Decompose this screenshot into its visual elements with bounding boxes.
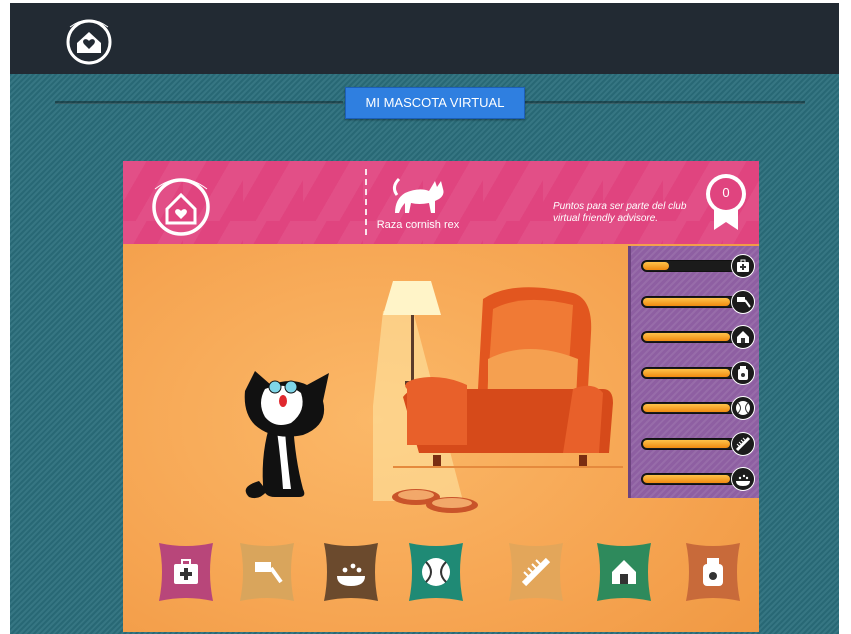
stat-bar-fill	[643, 333, 730, 341]
ball-action-button[interactable]	[403, 539, 469, 605]
stat-bar-fill	[643, 475, 730, 483]
food-action-button[interactable]	[318, 539, 384, 605]
medicine-action-button[interactable]	[680, 539, 746, 605]
stats-panel	[628, 246, 759, 498]
points-text-line-2: virtual friendly advisore.	[553, 213, 659, 224]
stat-bar-fill	[643, 297, 730, 306]
stat-bar-track	[641, 402, 737, 414]
virtual-cat[interactable]	[225, 361, 335, 501]
title-divider-right	[525, 101, 805, 104]
stat-medicine	[641, 360, 757, 385]
armchair	[393, 287, 623, 468]
stat-bar-track	[641, 260, 737, 272]
title-divider-left	[55, 101, 343, 104]
food-bowl-icon	[731, 467, 755, 491]
stat-bar-track	[641, 366, 737, 379]
stat-home	[641, 325, 757, 349]
brush-icon	[731, 289, 755, 314]
slippers	[392, 489, 478, 513]
stat-bar-track	[641, 295, 737, 308]
first-aid-icon	[731, 254, 755, 278]
points-text-line-1: Puntos para ser parte del club	[553, 201, 687, 212]
stat-bar-track	[641, 331, 737, 343]
page-title-button[interactable]: MI MASCOTA VIRTUAL	[345, 87, 525, 119]
first-aid-action-button[interactable]	[153, 539, 219, 605]
brush-action-button[interactable]	[234, 539, 300, 605]
stat-bar-track	[641, 437, 737, 450]
app-frame: MI MASCOTA VIRTUAL Raza cornish rex Punt…	[10, 3, 839, 634]
stat-bar-fill	[643, 404, 730, 412]
comb-icon	[731, 431, 755, 456]
stat-bar-track	[641, 473, 737, 485]
stat-bar-fill	[643, 439, 730, 448]
stat-bar-fill	[643, 368, 730, 377]
points-value: 0	[722, 185, 730, 200]
stat-play	[641, 396, 757, 420]
animal-cares-logo	[152, 178, 210, 236]
ball-icon	[731, 396, 755, 420]
points-description: Puntos para ser parte del club virtual f…	[553, 201, 703, 225]
stat-feeding	[641, 467, 757, 491]
points-badge-icon	[706, 174, 746, 230]
house-icon	[731, 325, 755, 349]
animal-cares-logo[interactable]	[58, 13, 120, 67]
top-navbar	[10, 3, 839, 74]
game-header: Raza cornish rex Puntos para ser parte d…	[123, 161, 759, 244]
ball-icon	[422, 558, 450, 586]
cat-silhouette-icon	[392, 177, 444, 213]
house-action-button[interactable]	[591, 539, 657, 605]
stat-comb	[641, 431, 757, 456]
stat-grooming	[641, 289, 757, 314]
comb-action-button[interactable]	[503, 539, 569, 605]
pet-game: Raza cornish rex Puntos para ser parte d…	[123, 161, 759, 632]
stat-health	[641, 254, 757, 278]
stat-bar-fill	[643, 262, 669, 270]
breed-label: Raza cornish rex	[376, 219, 460, 231]
bottle-icon	[731, 360, 755, 385]
action-bar	[123, 539, 759, 609]
